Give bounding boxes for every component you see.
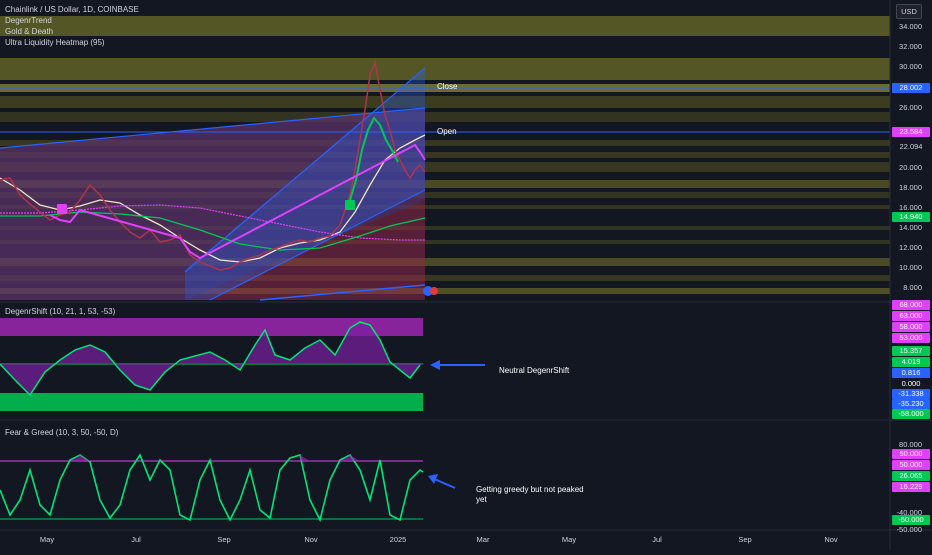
degenshift-tick: 58.000: [892, 322, 930, 332]
price-tick: 12.000: [899, 243, 922, 252]
indicator-legend-heatmap[interactable]: Ultra Liquidity Heatmap (95): [5, 37, 105, 48]
fear-greed-fill-top: [70, 455, 360, 461]
oversold-zone: [0, 393, 423, 411]
price-tick: 30.000: [899, 62, 922, 71]
open-price-tag: 23.584: [892, 127, 930, 137]
fear-greed-tick: 80.000: [899, 440, 922, 449]
fear-greed-tick: 26.065: [892, 471, 930, 481]
time-tick: Jul: [131, 535, 141, 544]
close-line-label: Close: [437, 82, 458, 91]
flag-icon-2[interactable]: [430, 287, 438, 295]
time-tick: Sep: [738, 535, 752, 544]
time-tick: 2025: [389, 535, 407, 544]
degenshift-tick: 0.816: [892, 368, 930, 378]
price-tick: 8.000: [903, 283, 922, 292]
degenshift-tick: 63.000: [892, 311, 930, 321]
fear-greed-tick: 50.000: [892, 460, 930, 470]
price-tick: 20.000: [899, 163, 922, 172]
time-tick: Jul: [652, 535, 662, 544]
time-tick: Nov: [824, 535, 838, 544]
price-tick: 32.000: [899, 42, 922, 51]
price-tick: 18.000: [899, 183, 922, 192]
degenshift-tick: 53.000: [892, 333, 930, 343]
time-tick: Sep: [217, 535, 231, 544]
chart-area[interactable]: [0, 0, 932, 550]
fear-greed-title[interactable]: Fear & Greed (10, 3, 50, -50, D): [5, 428, 118, 437]
fear-greed-annotation-line2: yet: [476, 495, 487, 504]
buy-signal-marker[interactable]: [345, 200, 355, 210]
close-price-tag: 28.002: [892, 83, 930, 93]
fear-greed-tick: -50.000: [896, 525, 922, 534]
degenshift-tick: -58.000: [892, 409, 930, 419]
degenshift-tick: -35.230: [892, 399, 930, 409]
time-tick: Mar: [476, 535, 490, 544]
degenshift-tick: 68.000: [892, 300, 930, 310]
time-tick: May: [39, 535, 55, 544]
price-tick: 26.000: [899, 103, 922, 112]
ma-price-tag: 14.940: [892, 212, 930, 222]
time-tick: Nov: [304, 535, 318, 544]
open-line-label: Open: [437, 127, 457, 136]
fear-greed-line: [0, 453, 424, 523]
fear-greed-tick: 50.000: [892, 449, 930, 459]
degenshift-tick: 0.000: [892, 379, 930, 389]
currency-button[interactable]: USD: [896, 4, 922, 19]
degenshift-tick: 4.019: [892, 357, 930, 367]
price-tick: 34.000: [899, 22, 922, 31]
degenshift-annotation: Neutral DegenrShift: [499, 366, 570, 375]
degenshift-tick: 15.357: [892, 346, 930, 356]
degenshift-tick: -31.338: [892, 389, 930, 399]
sell-signal-marker[interactable]: [57, 204, 67, 214]
chart-canvas[interactable]: [0, 0, 932, 550]
price-tick: 10.000: [899, 263, 922, 272]
fear-greed-annotation-line1: Getting greedy but not peaked: [476, 485, 584, 494]
indicator-legend-gold-death[interactable]: Gold & Death: [5, 26, 53, 37]
price-tick: 14.000: [899, 223, 922, 232]
fear-greed-tick: -50.000: [892, 515, 930, 525]
price-tick: 16.000: [899, 203, 922, 212]
indicator-legend-degenrtrend[interactable]: DegenrTrend: [5, 15, 52, 26]
current-price-tag: 22.094: [892, 142, 930, 152]
degenshift-title[interactable]: DegenrShift (10, 21, 1, 53, -53): [5, 307, 115, 316]
time-tick: May: [561, 535, 577, 544]
symbol-title[interactable]: Chainlink / US Dollar, 1D, COINBASE: [5, 4, 139, 15]
fear-greed-tick: 16.229: [892, 482, 930, 492]
